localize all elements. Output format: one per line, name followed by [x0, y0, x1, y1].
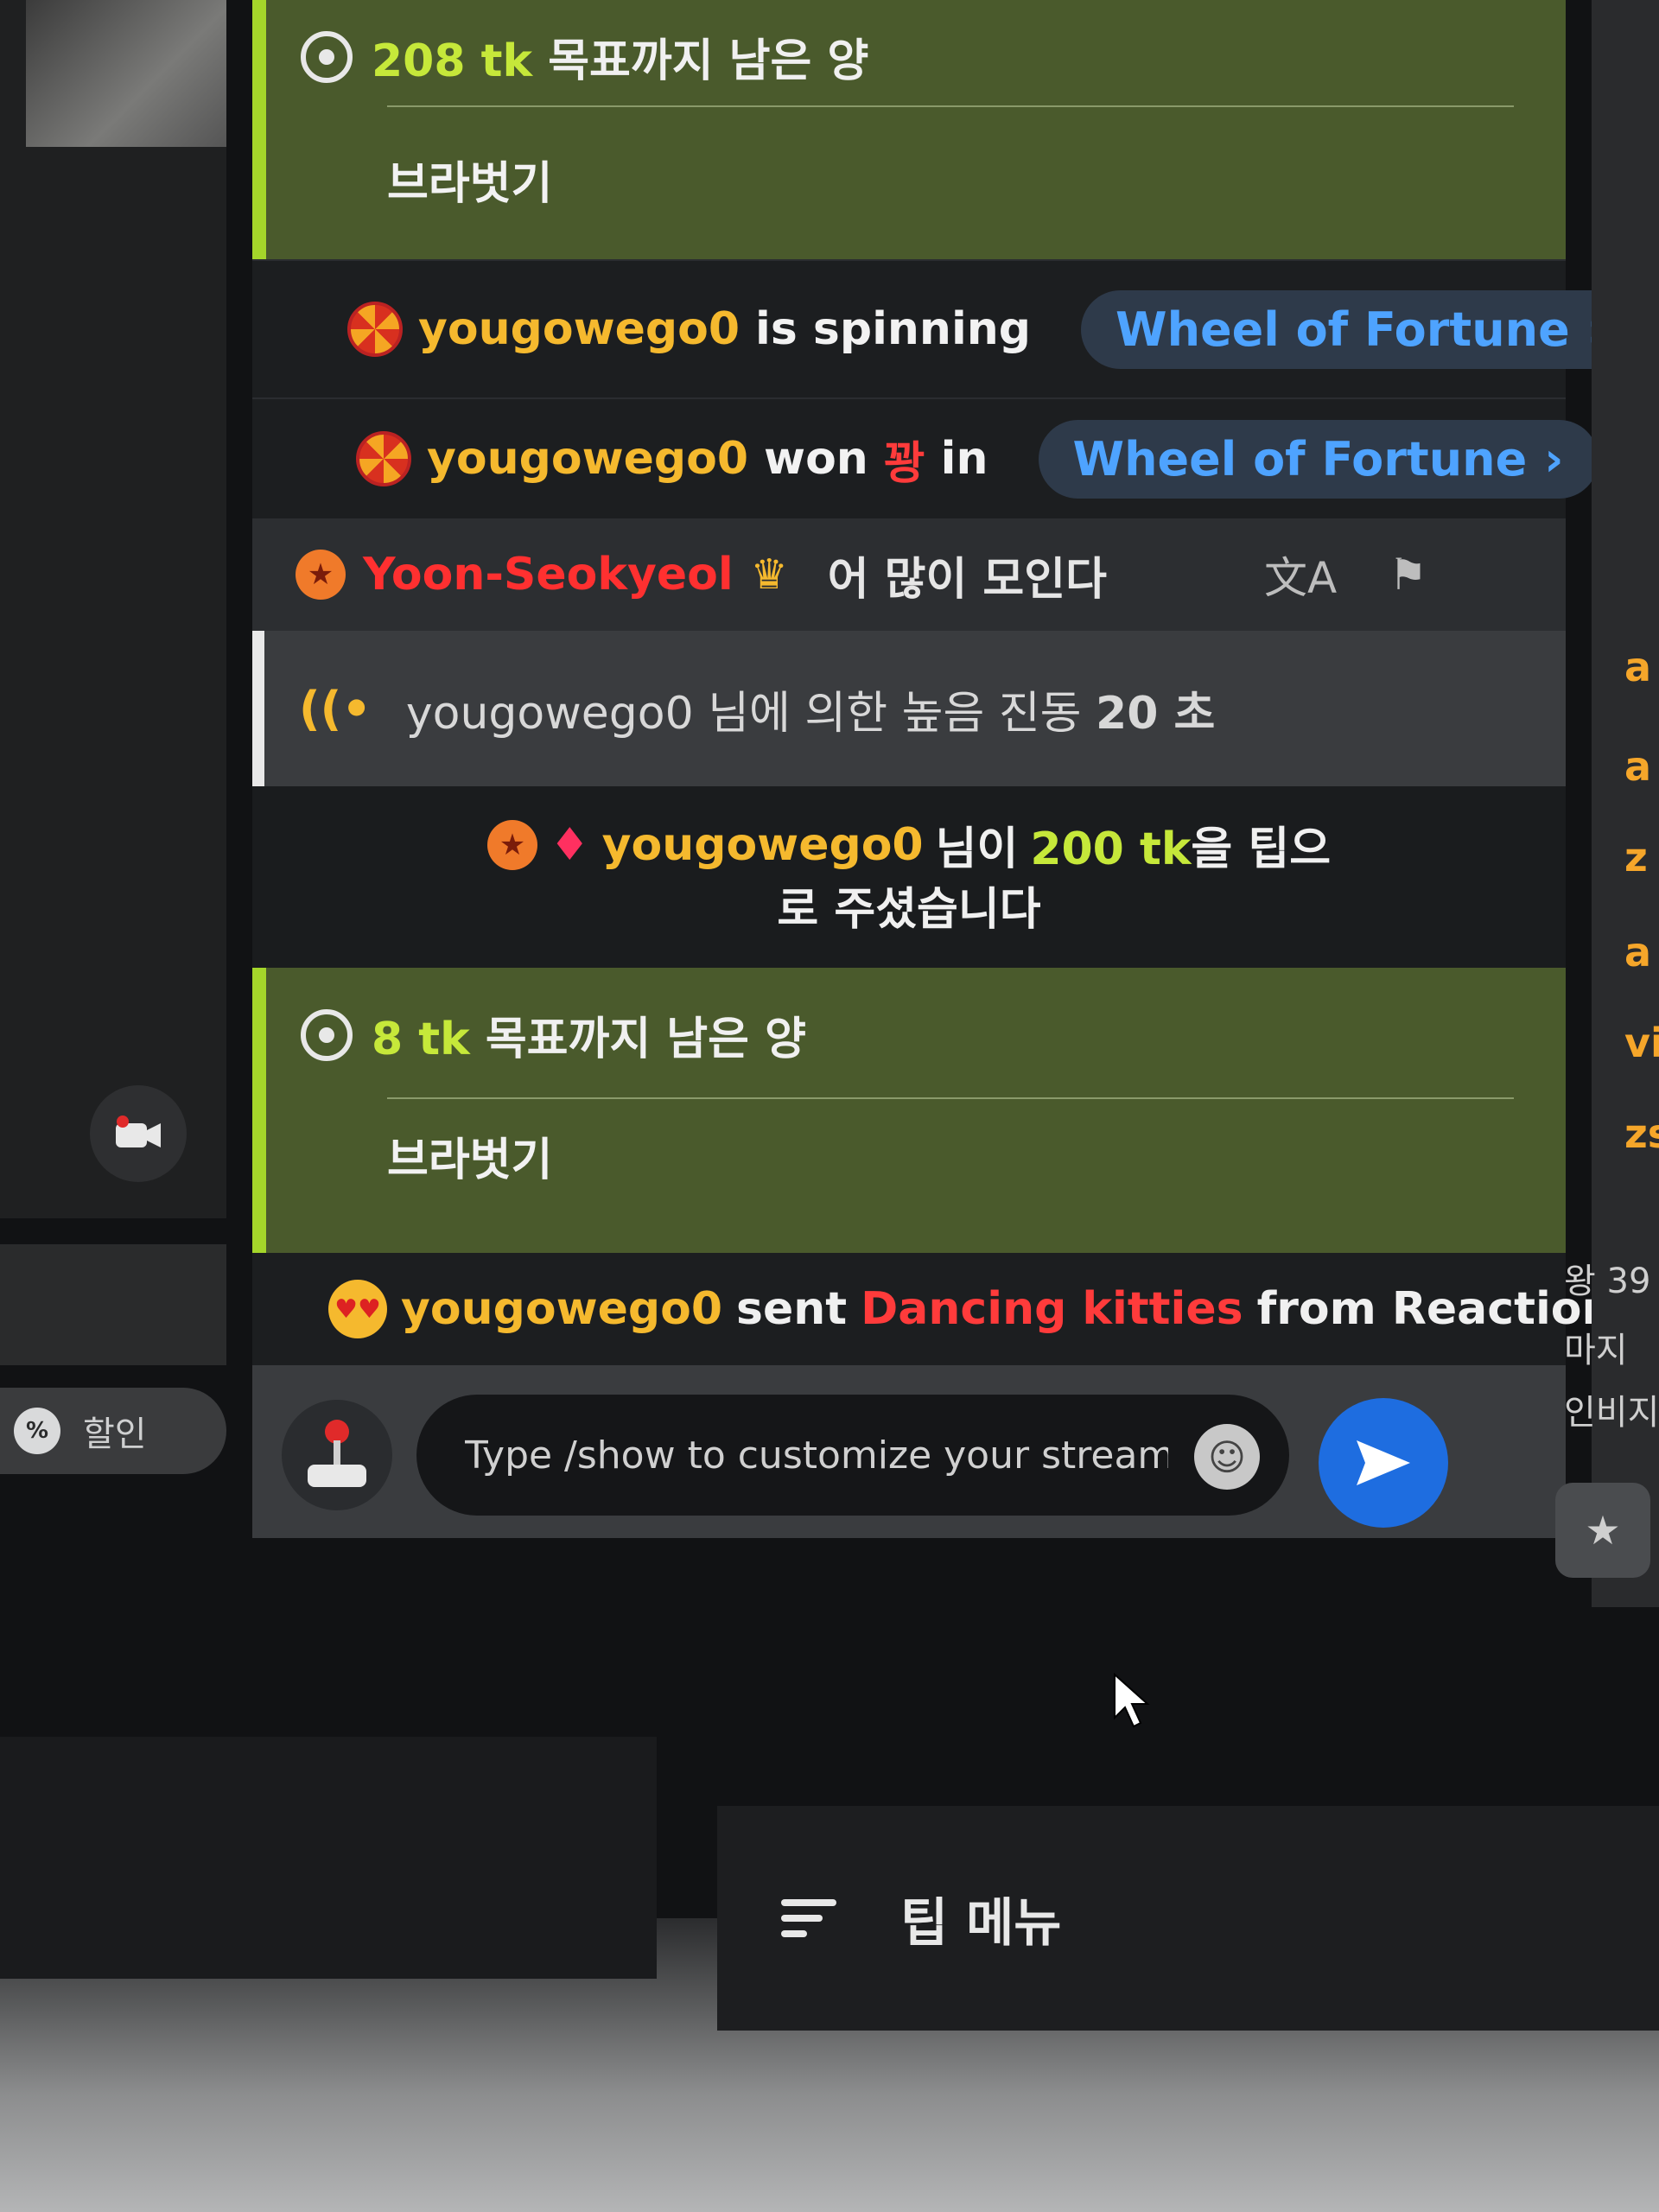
- camera-button[interactable]: [90, 1085, 187, 1182]
- wheel-icon: [347, 302, 403, 357]
- discount-button[interactable]: % 할인: [0, 1388, 226, 1474]
- joystick-icon: [308, 1420, 366, 1487]
- chat-username[interactable]: Yoon-Seokyeol: [363, 549, 734, 601]
- event-text: is spinning: [755, 303, 1032, 355]
- event-text: in: [940, 433, 988, 485]
- vibration-duration: 20 초: [1096, 687, 1216, 740]
- reaction-event: ♥♥ yougowego0 sent Dancing kitties from …: [252, 1253, 1640, 1365]
- event-username[interactable]: yougowego0: [418, 303, 740, 355]
- chat-input[interactable]: [416, 1395, 1289, 1516]
- games-button[interactable]: [282, 1400, 392, 1510]
- spin-event: yougowego0 is spinning Wheel of Fortune …: [252, 259, 1641, 397]
- goal-divider: [387, 105, 1514, 107]
- goal-message: 8 tk 목표까지 남은 양 브라벗기: [252, 968, 1566, 1253]
- percent-icon: %: [14, 1408, 60, 1454]
- wheel-of-fortune-link[interactable]: Wheel of Fortune ›: [1038, 419, 1599, 499]
- goal-divider: [387, 1097, 1514, 1099]
- event-text: won: [764, 433, 868, 485]
- event-text: 을 팁으: [1191, 823, 1332, 875]
- event-username[interactable]: yougowego0: [406, 688, 694, 740]
- list-item[interactable]: a: [1624, 929, 1651, 976]
- vibration-icon: ((•: [299, 681, 372, 736]
- goal-amount: 8 tk: [372, 1014, 470, 1065]
- list-item[interactable]: z: [1624, 834, 1648, 880]
- chat-composer: ☺: [252, 1365, 1566, 1538]
- crown-icon: ♛: [750, 550, 788, 599]
- heart-eyes-emoji-icon: ♥♥: [328, 1280, 387, 1338]
- user-chat-message: ★ Yoon-Seokyeol ♛ 어 많이 모인다 文A ⚑: [252, 518, 1566, 631]
- goal-item: 브라벗기: [387, 1135, 553, 1186]
- reaction-name: Dancing kitties: [861, 1283, 1243, 1335]
- send-icon: [1357, 1440, 1410, 1485]
- chat-panel: 208 tk 목표까지 남은 양 브라벗기 yougowego0 is spin…: [252, 0, 1641, 1538]
- tip-menu-button[interactable]: 팁 메뉴: [717, 1806, 1659, 2031]
- shield-star-icon: ★: [1585, 1507, 1621, 1554]
- goal-text: 목표까지 남은 양: [548, 35, 869, 87]
- menu-lines-icon: [781, 1899, 836, 1937]
- goal-amount: 208 tk: [372, 35, 533, 87]
- wheel-of-fortune-link[interactable]: Wheel of Fortune ›: [1081, 289, 1641, 369]
- event-username[interactable]: yougowego0: [602, 819, 924, 871]
- link-label: Wheel of Fortune: [1116, 302, 1570, 357]
- prize-text: 꽝: [883, 437, 925, 490]
- translate-icon[interactable]: 文A: [1264, 543, 1337, 606]
- list-item[interactable]: zs: [1624, 1110, 1659, 1157]
- goal-item: 브라벗기: [387, 158, 553, 210]
- right-info-text: 인비지: [1564, 1393, 1659, 1433]
- win-event: yougowego0 won 꽝 in Wheel of Fortune ›: [252, 397, 1599, 518]
- list-item[interactable]: a: [1624, 743, 1651, 790]
- left-sub-panel: [0, 1244, 226, 1365]
- tip-text-line2: 로 주셨습니다: [777, 884, 1041, 936]
- link-label: Wheel of Fortune: [1072, 431, 1528, 486]
- event-text: 님에 의한 높음 진동: [708, 687, 1082, 740]
- bottom-left-panel: [0, 1737, 657, 1979]
- right-info-text: 왕 39: [1564, 1262, 1651, 1301]
- star-badge-icon: ★: [486, 819, 537, 870]
- target-icon: [301, 30, 353, 83]
- diamond-icon: ♦: [549, 818, 590, 871]
- chevron-right-icon: ›: [1544, 431, 1564, 486]
- smiley-icon: ☺: [1208, 1435, 1246, 1478]
- event-username[interactable]: yougowego0: [427, 433, 748, 485]
- discount-label: 할인: [83, 1414, 147, 1454]
- camera-icon: [116, 1116, 161, 1147]
- left-panel: [0, 0, 226, 1218]
- tip-amount: 200 tk: [1030, 823, 1192, 875]
- stream-thumbnail: [26, 0, 226, 147]
- list-item[interactable]: vi: [1624, 1020, 1659, 1066]
- list-item[interactable]: a: [1624, 644, 1651, 690]
- vibration-event: ((• yougowego0 님에 의한 높음 진동 20 초: [252, 631, 1566, 786]
- shield-star-button[interactable]: ★: [1555, 1483, 1650, 1578]
- send-button[interactable]: [1319, 1398, 1448, 1528]
- event-text: 님이: [935, 823, 1019, 875]
- right-info-text: 마지: [1564, 1331, 1628, 1370]
- flag-icon[interactable]: ⚑: [1389, 550, 1427, 600]
- emoji-button[interactable]: ☺: [1194, 1424, 1260, 1490]
- star-badge-icon: ★: [296, 550, 346, 600]
- tip-event: ★ ♦ yougowego0 님이 200 tk을 팁으 로 주셨습니다: [252, 786, 1566, 968]
- goal-message: 208 tk 목표까지 남은 양 브라벗기: [252, 0, 1566, 259]
- event-username[interactable]: yougowego0: [401, 1283, 722, 1335]
- target-icon: [301, 1008, 353, 1061]
- goal-text: 목표까지 남은 양: [485, 1014, 806, 1065]
- tip-menu-label: 팁 메뉴: [900, 1892, 1062, 1954]
- event-text: sent: [736, 1283, 848, 1335]
- mouse-cursor-icon: [1114, 1673, 1150, 1728]
- wheel-icon: [356, 431, 411, 486]
- chat-message-text: 어 많이 모인다: [827, 553, 1107, 606]
